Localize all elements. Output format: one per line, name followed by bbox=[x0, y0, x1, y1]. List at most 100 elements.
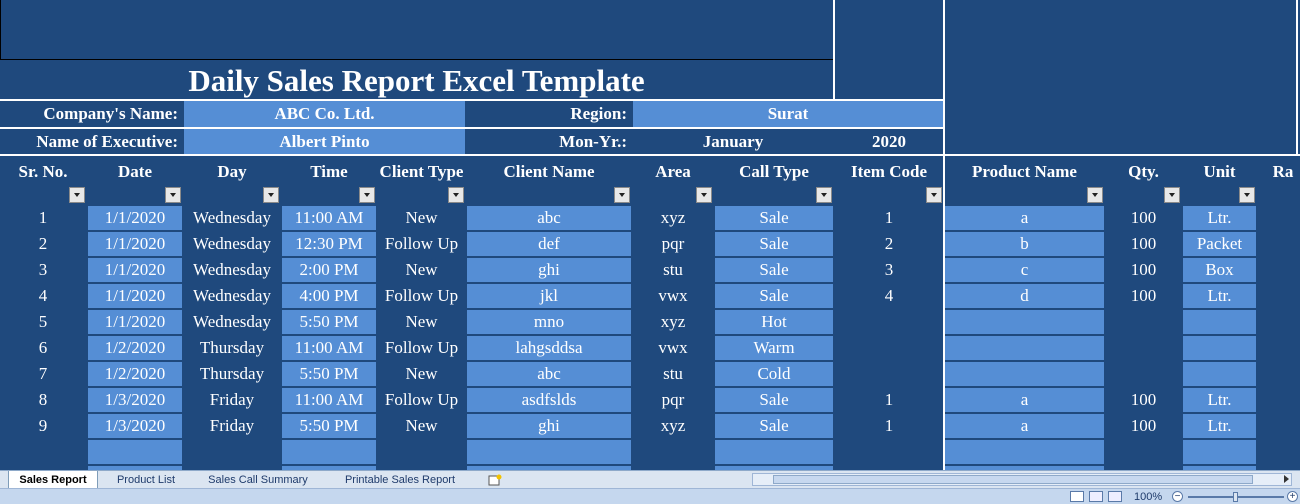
table-cell-item-code[interactable]: 1 bbox=[835, 388, 943, 412]
table-cell-item-code[interactable] bbox=[835, 336, 943, 360]
table-cell-sr-no[interactable]: 8 bbox=[0, 388, 86, 412]
table-cell-sr-no[interactable]: 6 bbox=[0, 336, 86, 360]
table-cell-client-type[interactable]: New bbox=[378, 362, 465, 386]
table-cell-call-type[interactable]: Sale bbox=[715, 232, 833, 256]
table-cell-unit[interactable]: Ltr. bbox=[1183, 284, 1256, 308]
table-cell-date[interactable]: 1/3/2020 bbox=[88, 414, 182, 438]
table-cell-day[interactable]: Wednesday bbox=[184, 310, 280, 334]
filter-dropdown-icon[interactable] bbox=[614, 187, 630, 203]
empty-cell[interactable] bbox=[282, 440, 376, 464]
table-cell-rate[interactable] bbox=[1258, 362, 1300, 386]
filter-dropdown-icon[interactable] bbox=[926, 187, 942, 203]
filter-dropdown-icon[interactable] bbox=[816, 187, 832, 203]
filter-dropdown-icon[interactable] bbox=[448, 187, 464, 203]
filter-dropdown-icon[interactable] bbox=[165, 187, 181, 203]
table-cell-client-type[interactable]: Follow Up bbox=[378, 232, 465, 256]
table-cell-qty[interactable]: 100 bbox=[1106, 414, 1181, 438]
table-cell-area[interactable]: xyz bbox=[633, 310, 713, 334]
table-cell-qty[interactable]: 100 bbox=[1106, 232, 1181, 256]
table-cell-sr-no[interactable]: 7 bbox=[0, 362, 86, 386]
table-cell-unit[interactable]: Ltr. bbox=[1183, 388, 1256, 412]
empty-cell[interactable] bbox=[715, 440, 833, 464]
table-cell-sr-no[interactable]: 1 bbox=[0, 206, 86, 230]
table-cell-day[interactable]: Friday bbox=[184, 388, 280, 412]
zoom-slider-thumb[interactable] bbox=[1233, 492, 1238, 502]
table-cell-day[interactable]: Wednesday bbox=[184, 258, 280, 282]
filter-dropdown-icon[interactable] bbox=[696, 187, 712, 203]
normal-view-icon[interactable] bbox=[1070, 491, 1084, 502]
table-cell-qty[interactable] bbox=[1106, 310, 1181, 334]
table-cell-item-code[interactable] bbox=[835, 362, 943, 386]
table-cell-client-name[interactable]: abc bbox=[467, 206, 631, 230]
table-cell-qty[interactable]: 100 bbox=[1106, 284, 1181, 308]
empty-cell[interactable] bbox=[0, 440, 86, 464]
table-cell-unit[interactable]: Ltr. bbox=[1183, 206, 1256, 230]
table-cell-item-code[interactable] bbox=[835, 310, 943, 334]
table-cell-client-type[interactable]: New bbox=[378, 310, 465, 334]
table-cell-rate[interactable] bbox=[1258, 206, 1300, 230]
year-value[interactable]: 2020 bbox=[835, 129, 943, 154]
empty-cell[interactable] bbox=[633, 440, 713, 464]
table-cell-day[interactable]: Wednesday bbox=[184, 232, 280, 256]
filter-dropdown-icon[interactable] bbox=[263, 187, 279, 203]
table-cell-client-type[interactable]: New bbox=[378, 258, 465, 282]
table-cell-call-type[interactable]: Hot bbox=[715, 310, 833, 334]
empty-cell[interactable] bbox=[835, 440, 943, 464]
table-cell-call-type[interactable]: Warm bbox=[715, 336, 833, 360]
table-cell-product-name[interactable]: a bbox=[945, 388, 1104, 412]
table-cell-sr-no[interactable]: 2 bbox=[0, 232, 86, 256]
table-cell-date[interactable]: 1/3/2020 bbox=[88, 388, 182, 412]
month-value[interactable]: January bbox=[633, 129, 833, 154]
table-cell-item-code[interactable]: 1 bbox=[835, 206, 943, 230]
empty-cell[interactable] bbox=[1258, 440, 1300, 464]
company-value[interactable]: ABC Co. Ltd. bbox=[184, 101, 465, 127]
table-cell-date[interactable]: 1/1/2020 bbox=[88, 310, 182, 334]
table-cell-sr-no[interactable]: 3 bbox=[0, 258, 86, 282]
table-cell-area[interactable]: stu bbox=[633, 362, 713, 386]
table-cell-client-name[interactable]: abc bbox=[467, 362, 631, 386]
table-cell-product-name[interactable]: d bbox=[945, 284, 1104, 308]
table-cell-rate[interactable] bbox=[1258, 284, 1300, 308]
table-cell-date[interactable]: 1/1/2020 bbox=[88, 258, 182, 282]
sheet-tab-sales-call-summary[interactable]: Sales Call Summary bbox=[194, 471, 322, 489]
empty-cell[interactable] bbox=[88, 440, 182, 464]
table-cell-client-name[interactable]: jkl bbox=[467, 284, 631, 308]
table-cell-call-type[interactable]: Sale bbox=[715, 414, 833, 438]
table-cell-rate[interactable] bbox=[1258, 414, 1300, 438]
table-cell-product-name[interactable]: b bbox=[945, 232, 1104, 256]
zoom-out-icon[interactable]: − bbox=[1172, 491, 1183, 502]
table-cell-time[interactable]: 5:50 PM bbox=[282, 362, 376, 386]
filter-dropdown-icon[interactable] bbox=[359, 187, 375, 203]
sheet-tab-sales-report[interactable]: Sales Report bbox=[8, 471, 98, 489]
page-layout-view-icon[interactable] bbox=[1089, 491, 1103, 502]
table-cell-unit[interactable]: Ltr. bbox=[1183, 414, 1256, 438]
horizontal-scrollbar[interactable] bbox=[752, 473, 1292, 486]
table-cell-product-name[interactable] bbox=[945, 362, 1104, 386]
table-cell-time[interactable]: 2:00 PM bbox=[282, 258, 376, 282]
table-cell-time[interactable]: 11:00 AM bbox=[282, 206, 376, 230]
table-cell-product-name[interactable] bbox=[945, 310, 1104, 334]
table-cell-qty[interactable]: 100 bbox=[1106, 258, 1181, 282]
executive-value[interactable]: Albert Pinto bbox=[184, 129, 465, 154]
table-cell-qty[interactable]: 100 bbox=[1106, 388, 1181, 412]
table-cell-sr-no[interactable]: 4 bbox=[0, 284, 86, 308]
table-cell-date[interactable]: 1/1/2020 bbox=[88, 232, 182, 256]
table-cell-time[interactable]: 11:00 AM bbox=[282, 388, 376, 412]
table-cell-rate[interactable] bbox=[1258, 336, 1300, 360]
table-cell-qty[interactable] bbox=[1106, 362, 1181, 386]
table-cell-area[interactable]: xyz bbox=[633, 206, 713, 230]
empty-cell[interactable] bbox=[1183, 440, 1256, 464]
table-cell-client-name[interactable]: ghi bbox=[467, 414, 631, 438]
table-cell-sr-no[interactable]: 9 bbox=[0, 414, 86, 438]
table-cell-date[interactable]: 1/2/2020 bbox=[88, 336, 182, 360]
page-break-view-icon[interactable] bbox=[1108, 491, 1122, 502]
table-cell-client-name[interactable]: ghi bbox=[467, 258, 631, 282]
table-cell-date[interactable]: 1/1/2020 bbox=[88, 206, 182, 230]
scroll-right-icon[interactable] bbox=[1284, 475, 1289, 483]
table-cell-unit[interactable]: Packet bbox=[1183, 232, 1256, 256]
table-cell-day[interactable]: Friday bbox=[184, 414, 280, 438]
table-cell-date[interactable]: 1/2/2020 bbox=[88, 362, 182, 386]
table-cell-day[interactable]: Thursday bbox=[184, 362, 280, 386]
table-cell-client-type[interactable]: Follow Up bbox=[378, 388, 465, 412]
table-cell-date[interactable]: 1/1/2020 bbox=[88, 284, 182, 308]
